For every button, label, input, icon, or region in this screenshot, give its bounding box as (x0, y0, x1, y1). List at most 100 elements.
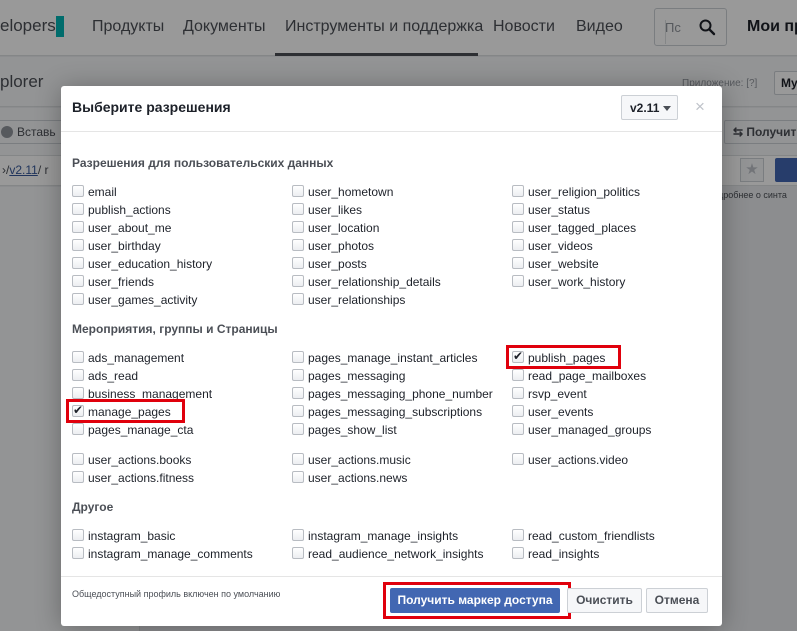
permission-label: user_work_history (528, 275, 626, 289)
permission-checkbox[interactable] (292, 423, 304, 435)
permission-label: instagram_manage_insights (308, 529, 459, 543)
permission-checkbox[interactable] (72, 185, 84, 197)
permission-label: pages_manage_instant_articles (308, 351, 478, 365)
permission-checkbox[interactable] (512, 369, 524, 381)
close-icon[interactable]: × (695, 97, 705, 117)
chevron-down-icon (663, 106, 671, 111)
divider (61, 131, 722, 132)
permission-label: user_about_me (88, 221, 172, 235)
permission-checkbox[interactable] (292, 369, 304, 381)
permission-checkbox[interactable] (292, 293, 304, 305)
permission-checkbox[interactable] (512, 203, 524, 215)
permission-checkbox[interactable] (292, 405, 304, 417)
permission-checkbox[interactable] (512, 423, 524, 435)
permission-label: rsvp_event (528, 387, 587, 401)
permission-label: read_insights (528, 547, 600, 561)
permission-label: pages_show_list (308, 423, 397, 437)
permission-checkbox[interactable] (72, 387, 84, 399)
highlight-manage-pages (66, 399, 185, 423)
permission-label: ads_read (88, 369, 139, 383)
permission-checkbox[interactable] (72, 351, 84, 363)
permission-checkbox[interactable] (292, 471, 304, 483)
permission-checkbox[interactable] (292, 275, 304, 287)
permission-label: pages_messaging_phone_number (308, 387, 493, 401)
permissions-dialog: Выберите разрешения v2.11 × Разрешения д… (61, 86, 722, 626)
section-title-user-data: Разрешения для пользовательских данных (72, 156, 334, 170)
permission-label: user_actions.fitness (88, 471, 195, 485)
permission-label: ads_management (88, 351, 185, 365)
dialog-title: Выберите разрешения (72, 99, 231, 115)
permission-label: email (88, 185, 117, 199)
version-select[interactable]: v2.11 (621, 95, 678, 120)
permission-checkbox[interactable] (292, 221, 304, 233)
permission-checkbox[interactable] (512, 257, 524, 269)
permission-checkbox[interactable] (512, 275, 524, 287)
permission-checkbox[interactable] (292, 185, 304, 197)
permission-label: user_religion_politics (528, 185, 641, 199)
permission-checkbox[interactable] (512, 239, 524, 251)
permission-label: user_website (528, 257, 599, 271)
permission-label: user_education_history (88, 257, 213, 271)
dialog-header: Выберите разрешения v2.11 × (61, 86, 722, 130)
permission-checkbox[interactable] (72, 529, 84, 541)
permission-checkbox[interactable] (512, 453, 524, 465)
permission-checkbox[interactable] (292, 257, 304, 269)
permission-checkbox[interactable] (72, 203, 84, 215)
footer-note: Общедоступный профиль включен по умолчан… (72, 589, 281, 599)
permission-label: user_tagged_places (528, 221, 637, 235)
permission-checkbox[interactable] (292, 453, 304, 465)
permission-checkbox[interactable] (512, 529, 524, 541)
permission-label: user_likes (308, 203, 363, 217)
permission-checkbox[interactable] (292, 529, 304, 541)
permission-checkbox[interactable] (72, 221, 84, 233)
permission-label: user_friends (88, 275, 155, 289)
permission-label: user_actions.video (528, 453, 629, 467)
highlight-publish-pages (506, 345, 621, 369)
permission-label: pages_messaging_subscriptions (308, 405, 483, 419)
permission-label: user_events (528, 405, 594, 419)
permission-checkbox[interactable] (72, 257, 84, 269)
permission-checkbox[interactable] (292, 239, 304, 251)
cancel-button[interactable]: Отмена (646, 588, 708, 613)
permission-checkbox[interactable] (72, 293, 84, 305)
version-value: v2.11 (630, 101, 660, 115)
permission-checkbox[interactable] (72, 423, 84, 435)
divider (61, 576, 722, 577)
permission-checkbox[interactable] (292, 351, 304, 363)
permission-label: user_hometown (308, 185, 394, 199)
permission-label: user_videos (528, 239, 593, 253)
permission-label: user_relationships (308, 293, 406, 307)
permission-checkbox[interactable] (72, 369, 84, 381)
permission-checkbox[interactable] (72, 453, 84, 465)
permission-checkbox[interactable] (72, 275, 84, 287)
permission-label: user_posts (308, 257, 367, 271)
permission-checkbox[interactable] (512, 185, 524, 197)
permission-label: instagram_basic (88, 529, 176, 543)
permission-checkbox[interactable] (512, 405, 524, 417)
get-access-token-button[interactable]: Получить маркер доступа (390, 588, 560, 613)
permission-label: pages_manage_cta (88, 423, 194, 437)
clear-button[interactable]: Очистить (567, 588, 642, 613)
permission-label: publish_actions (88, 203, 171, 217)
permission-checkbox[interactable] (512, 387, 524, 399)
section-title-other: Другое (72, 500, 114, 514)
permission-label: user_games_activity (88, 293, 198, 307)
permission-label: user_birthday (88, 239, 161, 253)
permission-checkbox[interactable] (72, 471, 84, 483)
permission-checkbox[interactable] (292, 387, 304, 399)
permission-checkbox[interactable] (292, 547, 304, 559)
permission-checkbox[interactable] (72, 547, 84, 559)
permission-label: user_photos (308, 239, 375, 253)
permission-label: user_actions.books (88, 453, 192, 467)
permission-checkbox[interactable] (512, 221, 524, 233)
permission-label: user_relationship_details (308, 275, 441, 289)
permission-label: read_audience_network_insights (308, 547, 484, 561)
permission-label: user_actions.music (308, 453, 411, 467)
permission-checkbox[interactable] (292, 203, 304, 215)
permission-checkbox[interactable] (512, 547, 524, 559)
permission-label: user_location (308, 221, 380, 235)
permission-checkbox[interactable] (72, 239, 84, 251)
permission-label: instagram_manage_comments (88, 547, 253, 561)
permission-label: user_actions.news (308, 471, 408, 485)
permission-label: user_managed_groups (528, 423, 652, 437)
